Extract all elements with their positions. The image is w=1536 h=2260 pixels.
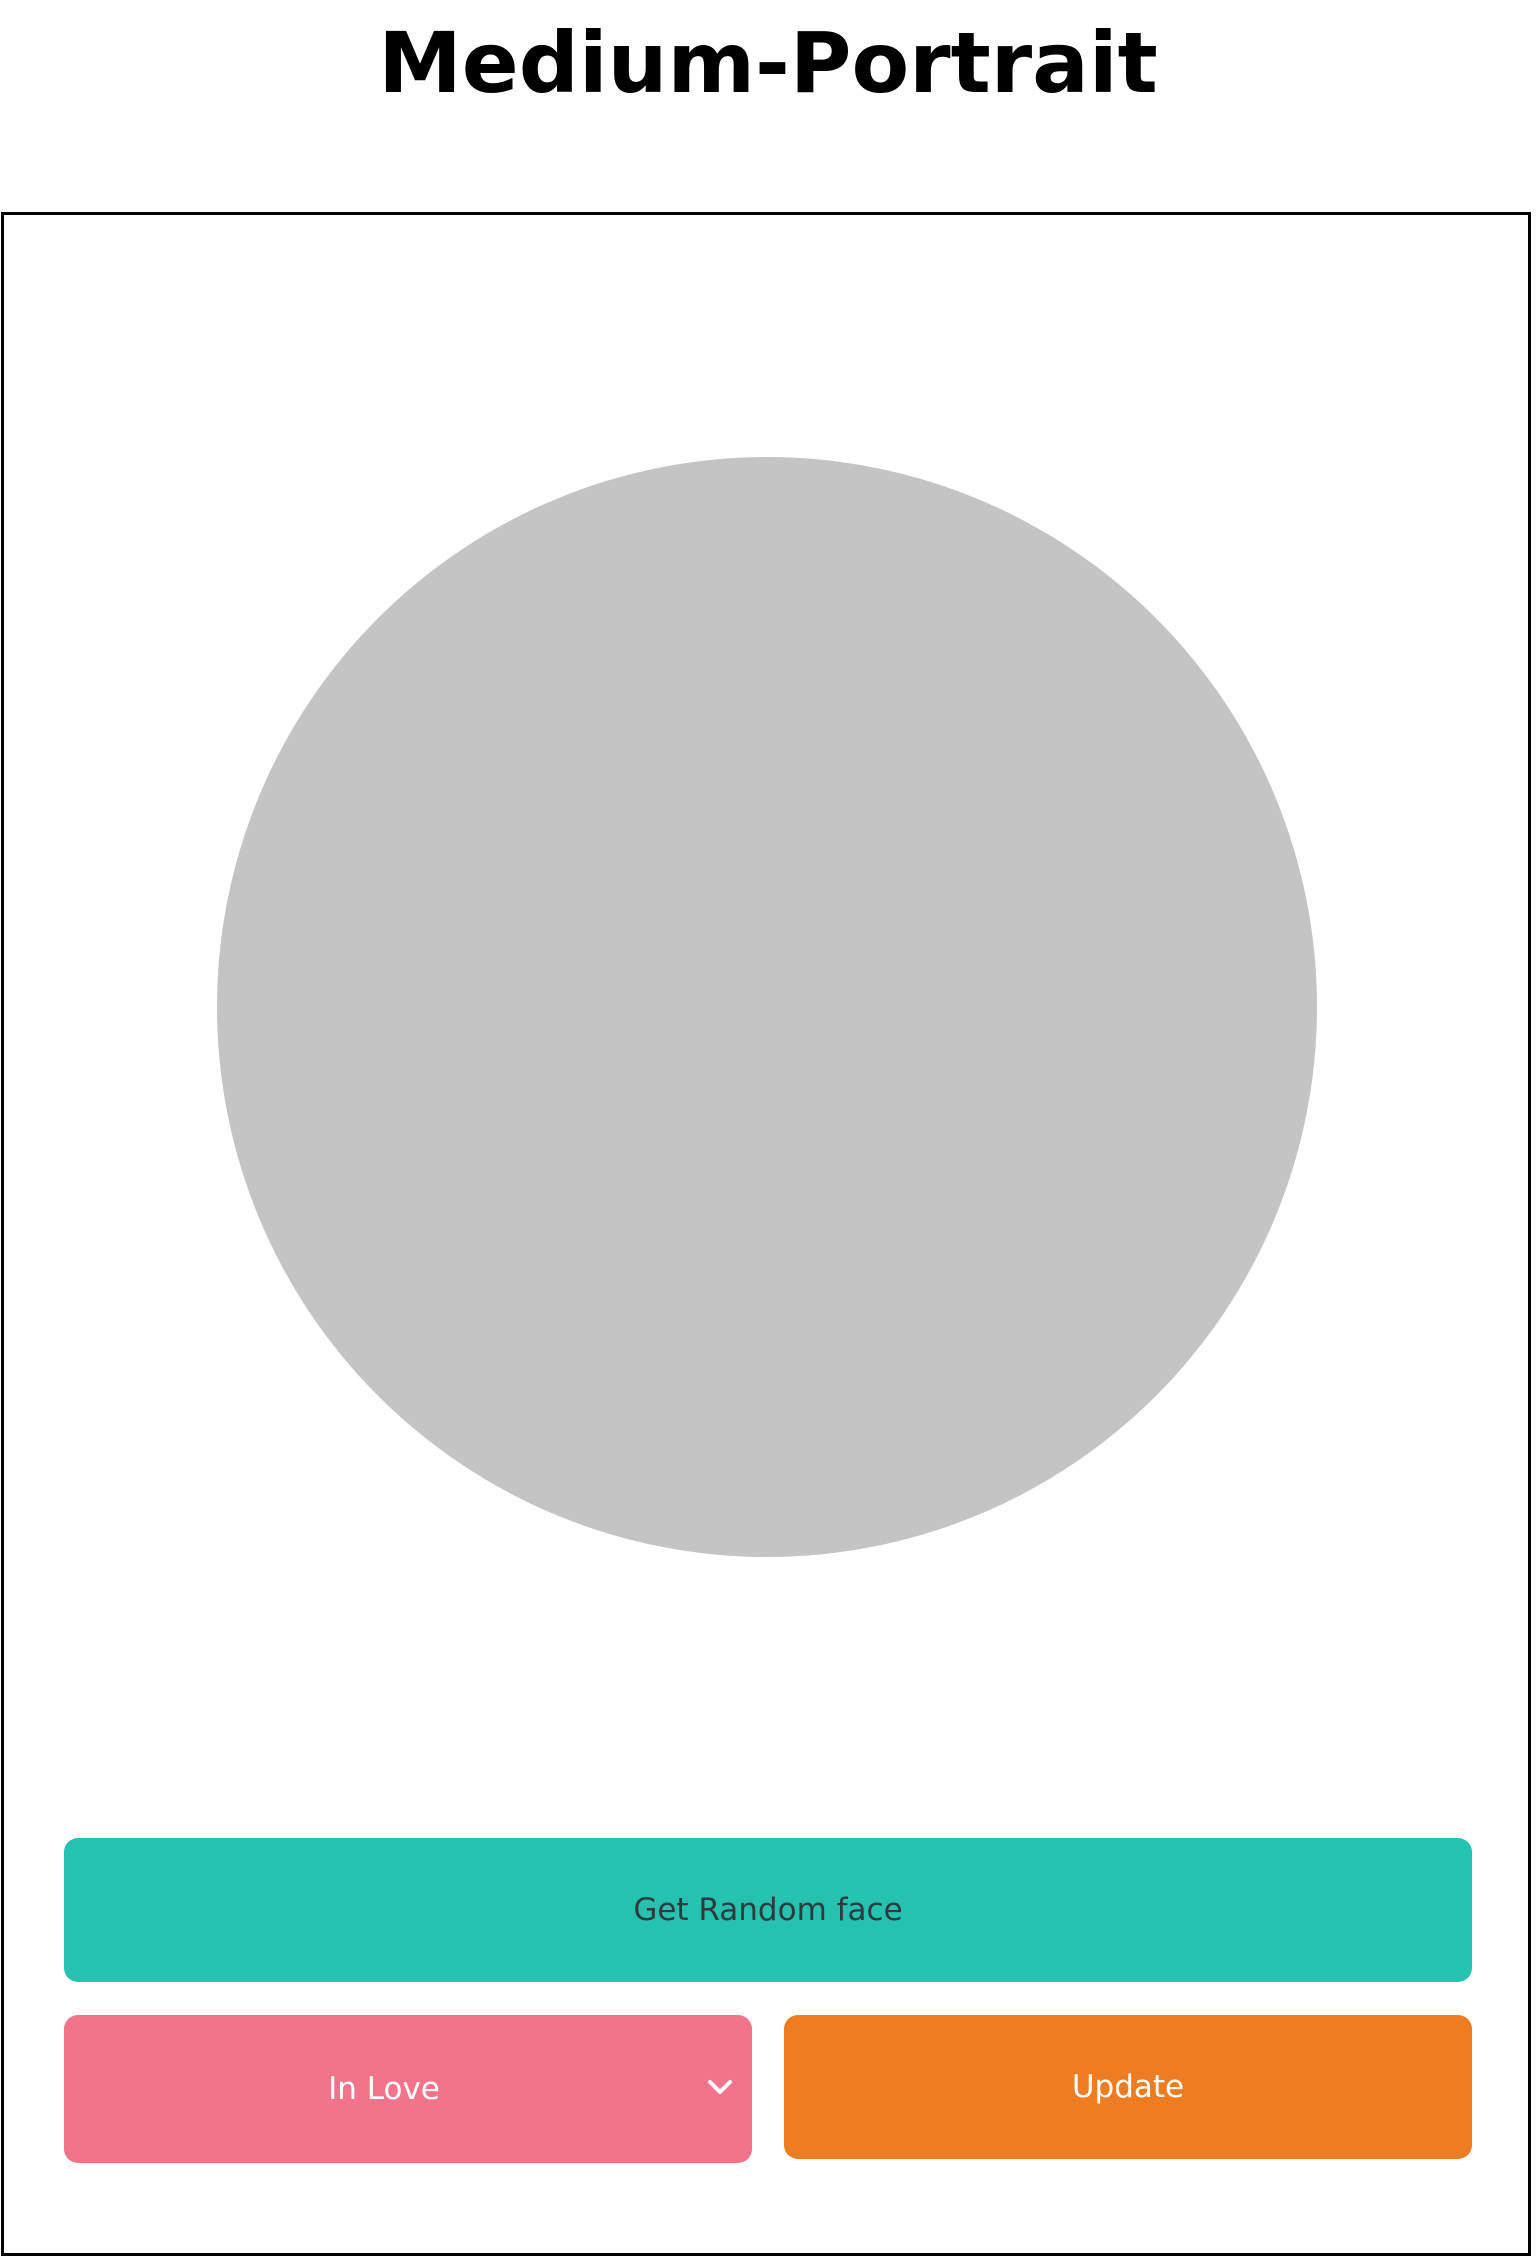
chevron-down-icon: [708, 2080, 732, 2094]
mood-select[interactable]: In Love: [64, 2015, 752, 2163]
get-random-face-button[interactable]: Get Random face: [64, 1838, 1472, 1982]
face-placeholder: [217, 457, 1317, 1557]
page-title: Medium-Portrait: [378, 14, 1158, 112]
mood-select-value: In Love: [328, 2071, 440, 2107]
update-button[interactable]: Update: [784, 2015, 1472, 2159]
